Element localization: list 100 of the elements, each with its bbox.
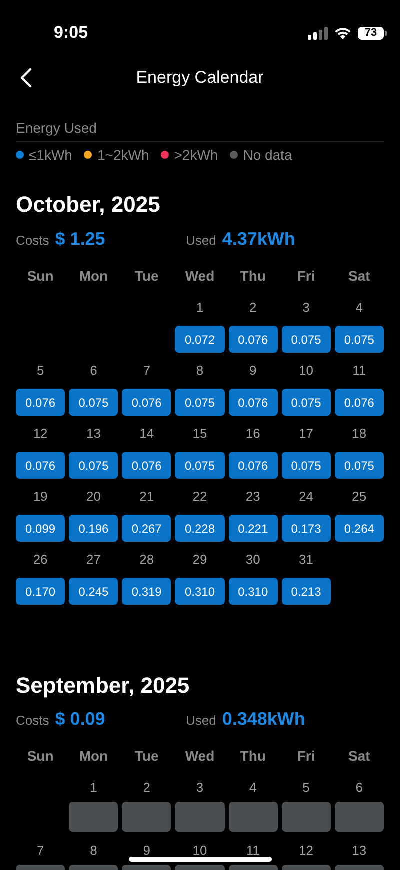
day-cell[interactable]: 0.075 [175, 452, 225, 479]
day-cell[interactable]: 0.319 [122, 578, 172, 605]
day-cell[interactable]: 0.076 [228, 452, 278, 479]
day-cell[interactable]: 0.267 [122, 515, 172, 542]
day-cell[interactable]: 0.075 [282, 326, 331, 353]
day-number: 25 [352, 488, 367, 506]
day-number: 7 [143, 362, 150, 380]
day-number: 6 [356, 779, 364, 797]
day-cell[interactable]: 0.076 [16, 452, 66, 479]
day-cell[interactable]: 0.075 [69, 452, 118, 479]
day-number: 13 [86, 425, 101, 443]
month-title: September, 2025 [16, 672, 191, 700]
used-label: Used [186, 232, 216, 250]
used-label: Used [186, 712, 216, 730]
day-number: 5 [36, 362, 44, 380]
costs-label: Costs [16, 232, 50, 250]
day-number: 2 [143, 779, 150, 797]
weekday-label: Thu [240, 747, 266, 766]
day-cell[interactable]: 0.076 [16, 389, 66, 416]
status-time: 9:05 [54, 22, 88, 44]
month-title: October, 2025 [16, 191, 162, 219]
costs-value: $ 1.25 [55, 228, 106, 251]
day-cell[interactable]: 0.076 [228, 326, 278, 353]
day-number: 20 [86, 488, 101, 506]
weekday-label: Mon [79, 267, 108, 286]
day-cell[interactable]: 0.075 [282, 452, 331, 479]
day-number: 1 [196, 299, 204, 317]
day-number: 23 [246, 488, 260, 506]
weekday-label: Sat [348, 747, 370, 766]
day-number: 1 [90, 779, 98, 797]
day-number: 16 [246, 425, 260, 443]
weekday-label: Thu [240, 267, 266, 286]
day-cell[interactable]: 0.310 [228, 578, 278, 605]
day-number: 4 [356, 299, 364, 317]
day-number: 4 [250, 779, 257, 797]
day-cell[interactable]: 0.173 [282, 515, 331, 542]
day-number: 26 [33, 551, 48, 569]
day-number: 17 [299, 425, 314, 443]
day-number: 10 [192, 842, 208, 860]
day-number: 15 [192, 425, 208, 443]
day-number: 6 [90, 362, 98, 380]
day-cell[interactable]: 0.228 [175, 515, 225, 542]
weekday-label: Tue [134, 267, 159, 286]
weekday-label: Sun [27, 747, 54, 766]
day-cell[interactable]: 0.075 [334, 452, 384, 479]
legend-title: Energy Used [16, 119, 98, 138]
day-number: 7 [36, 842, 44, 860]
day-cell[interactable]: 0.075 [334, 326, 384, 353]
page-title: Energy Calendar [136, 67, 264, 90]
day-number: 5 [302, 779, 310, 797]
day-number: 27 [86, 551, 101, 569]
day-number: 18 [352, 425, 367, 443]
day-number: 11 [246, 842, 260, 860]
day-number: 3 [302, 299, 310, 317]
day-cell[interactable]: 0.075 [175, 389, 225, 416]
day-number: 22 [192, 488, 208, 506]
day-cell[interactable]: 0.075 [282, 389, 331, 416]
day-number: 12 [299, 842, 314, 860]
day-number: 19 [33, 488, 48, 506]
day-number: 28 [140, 551, 154, 569]
day-number: 9 [143, 842, 150, 860]
legend-label: ≤1kWh [29, 146, 72, 164]
day-cell[interactable]: 0.196 [69, 515, 118, 542]
day-cell[interactable]: 0.076 [122, 452, 172, 479]
costs-value: $ 0.09 [55, 708, 106, 731]
day-cell[interactable]: 0.264 [334, 515, 384, 542]
day-cell[interactable]: 0.310 [175, 578, 225, 605]
day-cell[interactable]: 0.245 [69, 578, 118, 605]
legend-label: >2kWh [174, 146, 218, 164]
day-cell[interactable]: 0.076 [334, 389, 384, 416]
day-cell[interactable]: 0.099 [16, 515, 66, 542]
weekday-label: Sat [348, 267, 370, 286]
day-cell[interactable]: 0.221 [228, 515, 278, 542]
day-cell[interactable]: 0.213 [282, 578, 331, 605]
day-cell[interactable]: 0.075 [69, 389, 118, 416]
day-number: 12 [33, 425, 48, 443]
battery-indicator: 73 [358, 26, 384, 40]
day-number: 8 [196, 362, 204, 380]
day-number: 14 [140, 425, 154, 443]
used-value: 0.348kWh [222, 708, 306, 731]
weekday-label: Fri [297, 267, 316, 286]
weekday-label: Tue [134, 747, 159, 766]
day-number: 8 [90, 842, 98, 860]
day-number: 31 [299, 551, 314, 569]
weekday-label: Sun [27, 267, 54, 286]
day-number: 29 [192, 551, 208, 569]
weekday-label: Wed [185, 267, 215, 286]
weekday-label: Wed [185, 747, 215, 766]
weekday-label: Fri [297, 747, 316, 766]
day-cell[interactable]: 0.170 [16, 578, 66, 605]
day-number: 13 [352, 842, 367, 860]
day-number: 9 [250, 362, 257, 380]
costs-label: Costs [16, 712, 50, 730]
day-cell[interactable]: 0.072 [175, 326, 225, 353]
day-number: 10 [299, 362, 314, 380]
day-number: 2 [250, 299, 257, 317]
day-number: 30 [246, 551, 260, 569]
day-cell[interactable]: 0.076 [122, 389, 172, 416]
day-number: 21 [140, 488, 154, 506]
day-cell[interactable]: 0.076 [228, 389, 278, 416]
